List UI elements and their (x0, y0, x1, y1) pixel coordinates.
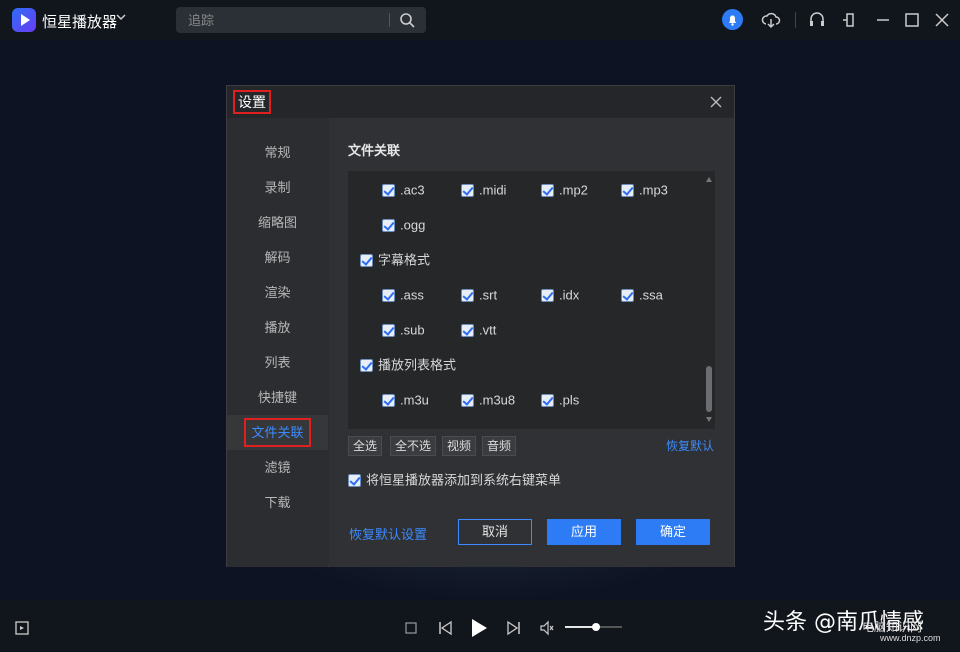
checkbox-context-menu[interactable]: 将恒星播放器添加到系统右键菜单 (348, 473, 561, 491)
checkbox-box[interactable] (382, 394, 395, 408)
checkbox-ogg[interactable]: .ogg (382, 218, 425, 236)
app-logo-icon (12, 8, 36, 32)
checkbox-mp3[interactable]: .mp3 (621, 183, 668, 201)
checkbox-ass[interactable]: .ass (382, 288, 424, 306)
sidebar-item-filter[interactable]: 滤镜 (227, 450, 328, 485)
checkbox-box[interactable] (382, 289, 395, 303)
checkbox-box[interactable] (461, 324, 474, 338)
format-list: .ac3 .midi .mp2 .mp3 .ogg 字幕格式 .ass .srt… (348, 171, 715, 429)
checkbox-box[interactable] (541, 289, 554, 303)
checkbox-playlist-formats[interactable]: 播放列表格式 (360, 358, 456, 376)
app-title[interactable]: 恒星播放器 (42, 11, 117, 32)
scroll-down-icon[interactable] (706, 417, 712, 422)
sidebar-item-hotkeys[interactable]: 快捷键 (227, 380, 328, 415)
checkbox-box[interactable] (541, 184, 554, 198)
scroll-up-icon[interactable] (706, 177, 712, 182)
checkbox-box[interactable] (382, 219, 395, 233)
bell-icon[interactable] (722, 9, 743, 30)
ok-button[interactable]: 确定 (636, 519, 710, 545)
play-icon[interactable] (469, 617, 489, 639)
search-box[interactable] (176, 7, 426, 33)
sidebar-item-record[interactable]: 录制 (227, 170, 328, 205)
checkbox-box[interactable] (461, 289, 474, 303)
search-divider (389, 13, 390, 27)
maximize-icon[interactable] (902, 10, 922, 30)
checkbox-ac3[interactable]: .ac3 (382, 183, 425, 201)
checkbox-srt[interactable]: .srt (461, 288, 497, 306)
watermark-url: www.dnzp.com (880, 633, 941, 643)
sidebar-item-render[interactable]: 渲染 (227, 275, 328, 310)
pin-icon[interactable] (840, 10, 860, 30)
checkbox-ssa[interactable]: .ssa (621, 288, 663, 306)
checkbox-box[interactable] (348, 474, 361, 488)
checkbox-box[interactable] (360, 254, 373, 268)
sidebar-item-decode[interactable]: 解码 (227, 240, 328, 275)
checkbox-idx[interactable]: .idx (541, 288, 579, 306)
settings-dialog: 设置 常规 录制 缩略图 解码 渲染 播放 列表 快捷键 文件关联 滤镜 下载 … (226, 85, 735, 567)
toolbar-divider (795, 12, 796, 28)
volume-slider[interactable] (565, 623, 622, 631)
search-input[interactable] (188, 11, 388, 29)
restore-all-defaults-link[interactable]: 恢复默认设置 (349, 524, 427, 543)
title-bar: 恒星播放器 (0, 0, 960, 40)
stop-icon[interactable] (405, 622, 417, 634)
section-title: 文件关联 (348, 143, 401, 158)
checkbox-box[interactable] (621, 184, 634, 198)
checkbox-midi[interactable]: .midi (461, 183, 506, 201)
volume-icon[interactable] (539, 620, 555, 636)
checkbox-subtitle-formats[interactable]: 字幕格式 (360, 253, 430, 271)
dialog-close-icon[interactable] (709, 95, 723, 109)
previous-icon[interactable] (437, 620, 453, 636)
volume-knob[interactable] (592, 623, 601, 631)
checkbox-mp2[interactable]: .mp2 (541, 183, 588, 201)
checkbox-m3u[interactable]: .m3u (382, 393, 429, 411)
select-audio-button[interactable]: 音频 (482, 436, 517, 456)
checkbox-box[interactable] (461, 394, 474, 408)
scroll-thumb[interactable] (706, 366, 712, 412)
apply-button[interactable]: 应用 (547, 519, 621, 545)
checkbox-pls[interactable]: .pls (541, 393, 579, 411)
dialog-title: 设置 (233, 90, 271, 114)
restore-default-link[interactable]: 恢复默认 (666, 437, 714, 454)
checkbox-vtt[interactable]: .vtt (461, 323, 496, 341)
sidebar-item-playback[interactable]: 播放 (227, 310, 328, 345)
search-icon[interactable] (399, 12, 415, 28)
checkbox-sub[interactable]: .sub (382, 323, 425, 341)
dialog-titlebar: 设置 (227, 86, 734, 118)
checkbox-box[interactable] (382, 324, 395, 338)
playlist-toggle-icon[interactable] (15, 620, 31, 636)
cloud-download-icon[interactable] (761, 10, 781, 30)
select-none-button[interactable]: 全不选 (390, 436, 437, 456)
sidebar-item-file-association[interactable]: 文件关联 (227, 415, 328, 450)
select-video-button[interactable]: 视频 (442, 436, 477, 456)
checkbox-box[interactable] (382, 184, 395, 198)
sidebar-item-download[interactable]: 下载 (227, 485, 328, 520)
sidebar-item-thumbnail[interactable]: 缩略图 (227, 205, 328, 240)
headset-icon[interactable] (807, 10, 827, 30)
next-icon[interactable] (506, 620, 522, 636)
minimize-icon[interactable] (873, 10, 893, 30)
checkbox-box[interactable] (541, 394, 554, 408)
settings-content: 文件关联 .ac3 .midi .mp2 .mp3 .ogg 字幕格式 .ass… (329, 118, 734, 567)
close-icon[interactable] (932, 10, 952, 30)
sidebar-item-general[interactable]: 常规 (227, 135, 328, 170)
checkbox-box[interactable] (621, 289, 634, 303)
checkbox-box[interactable] (461, 184, 474, 198)
chevron-down-icon[interactable] (116, 12, 126, 25)
cancel-button[interactable]: 取消 (458, 519, 532, 545)
settings-sidebar: 常规 录制 缩略图 解码 渲染 播放 列表 快捷键 文件关联 滤镜 下载 (227, 118, 328, 567)
list-scrollbar[interactable] (703, 171, 715, 429)
sidebar-item-list[interactable]: 列表 (227, 345, 328, 380)
checkbox-box[interactable] (360, 359, 373, 373)
checkbox-m3u8[interactable]: .m3u8 (461, 393, 515, 411)
select-all-button[interactable]: 全选 (348, 436, 383, 456)
